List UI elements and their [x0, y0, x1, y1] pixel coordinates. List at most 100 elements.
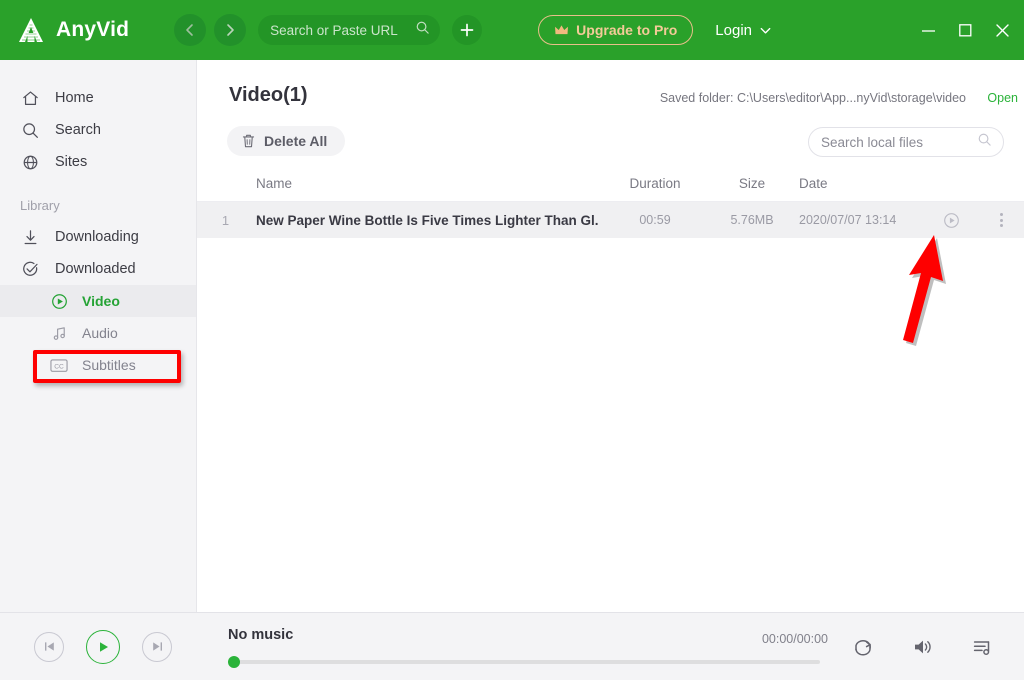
playlist-icon — [973, 641, 990, 656]
row-duration: 00:59 — [639, 213, 671, 227]
svg-text:CC: CC — [54, 363, 64, 370]
row-index: 1 — [221, 212, 230, 228]
sidebar-label-audio: Audio — [82, 325, 118, 341]
table-row[interactable]: 1 New Paper Wine Bottle Is Five Times Li… — [197, 202, 1024, 238]
progress-knob[interactable] — [228, 656, 240, 668]
login-label: Login — [715, 21, 752, 39]
sidebar-item-subtitles[interactable]: CC Subtitles — [0, 349, 196, 381]
plus-icon — [460, 23, 474, 37]
row-date: 2020/07/07 13:14 — [799, 213, 897, 227]
column-header-duration[interactable]: Duration — [599, 176, 711, 191]
search-icon — [20, 121, 40, 140]
sidebar-label-downloading: Downloading — [55, 229, 139, 245]
sidebar-item-downloaded[interactable]: Downloaded — [0, 253, 196, 285]
close-icon — [996, 23, 1009, 37]
app-name: AnyVid — [56, 18, 130, 41]
local-search-input[interactable] — [821, 134, 971, 150]
close-button[interactable] — [995, 23, 1010, 38]
forward-arrow-icon — [227, 24, 234, 36]
home-icon — [20, 89, 40, 108]
back-button[interactable] — [174, 14, 207, 46]
app-header: AnyVid Search or Paste URL Upgrade to Pr… — [0, 0, 1024, 60]
delete-all-label: Delete All — [264, 133, 328, 149]
trash-icon — [242, 134, 255, 148]
row-size: 5.76MB — [730, 213, 774, 227]
sidebar-label-search: Search — [55, 122, 101, 138]
playlist-button[interactable] — [972, 637, 994, 657]
open-folder-link[interactable]: Open — [987, 91, 1018, 105]
previous-button[interactable] — [34, 631, 64, 662]
search-icon — [977, 132, 992, 152]
forward-button[interactable] — [214, 14, 247, 46]
row-menu-button[interactable] — [979, 213, 1024, 227]
saved-folder-path: Saved folder: C:\Users\editor\App...nyVi… — [659, 91, 966, 105]
sidebar-label-home: Home — [55, 90, 94, 106]
track-title: No music — [228, 627, 294, 643]
check-circle-icon — [20, 260, 40, 279]
upgrade-to-pro-button[interactable]: Upgrade to Pro — [538, 15, 694, 45]
play-button[interactable] — [86, 629, 120, 664]
maximize-button[interactable] — [958, 23, 973, 38]
volume-icon — [915, 640, 931, 654]
skip-forward-icon — [152, 642, 162, 651]
globe-icon — [20, 153, 40, 172]
sidebar-section-library: Library — [20, 198, 60, 213]
sidebar-item-audio[interactable]: Audio — [0, 317, 196, 349]
back-arrow-icon — [186, 24, 193, 36]
play-circle-icon — [943, 212, 959, 228]
more-vertical-icon — [1000, 213, 1003, 227]
delete-all-button[interactable]: Delete All — [227, 126, 346, 156]
repeat-icon — [855, 640, 871, 656]
row-play-button[interactable] — [923, 212, 979, 229]
column-header-date[interactable]: Date — [793, 176, 923, 191]
minimize-button[interactable] — [921, 23, 936, 38]
row-name: New Paper Wine Bottle Is Five Times Ligh… — [256, 212, 599, 228]
search-input[interactable] — [270, 22, 411, 38]
url-search-bar[interactable] — [258, 15, 441, 45]
skip-back-icon — [44, 642, 54, 651]
music-note-icon — [50, 325, 68, 342]
volume-button[interactable] — [912, 637, 934, 657]
repeat-button[interactable] — [852, 637, 874, 657]
app-logo: AnyVid — [16, 15, 129, 45]
progress-slider[interactable] — [228, 656, 820, 668]
player-controls — [34, 629, 172, 664]
player-right-controls — [852, 613, 994, 680]
sidebar-label-downloaded: Downloaded — [55, 261, 136, 277]
play-circle-icon — [50, 293, 68, 310]
table-header-row: Name Duration Size Date — [197, 166, 1024, 202]
track-area: No music 00:00/00:00 — [228, 627, 828, 668]
sidebar: Home Search Sites Library Downloading Do… — [0, 60, 197, 612]
sidebar-label-sites: Sites — [55, 154, 88, 170]
minimize-icon — [922, 29, 935, 32]
add-button[interactable] — [452, 15, 483, 45]
maximize-icon — [959, 23, 972, 36]
next-button[interactable] — [142, 631, 172, 662]
sidebar-label-subtitles: Subtitles — [82, 357, 136, 373]
anyvid-window: AnyVid Search or Paste URL Upgrade to Pr… — [0, 0, 1024, 680]
crown-icon — [555, 25, 569, 35]
nav-buttons — [174, 14, 247, 46]
anyvid-logo-icon — [16, 15, 46, 45]
window-controls — [921, 0, 1010, 60]
track-time: 00:00/00:00 — [761, 632, 828, 646]
play-icon — [100, 641, 108, 652]
chevron-down-icon — [760, 27, 771, 34]
sidebar-item-video[interactable]: Video — [0, 285, 196, 317]
column-header-name[interactable]: Name — [254, 176, 599, 191]
sidebar-item-search[interactable]: Search — [0, 114, 196, 146]
search-icon — [415, 20, 430, 40]
login-menu[interactable]: Login — [715, 22, 772, 39]
sidebar-label-video: Video — [82, 293, 120, 309]
content-area: Video(1) Saved folder: C:\Users\editor\A… — [197, 60, 1024, 612]
upgrade-label: Upgrade to Pro — [576, 22, 678, 38]
cc-icon: CC — [50, 358, 68, 373]
column-header-size[interactable]: Size — [711, 176, 793, 191]
player-bar: No music 00:00/00:00 — [0, 612, 1024, 680]
downloads-table: Name Duration Size Date 1 New Paper Wine… — [197, 166, 1024, 238]
page-title: Video(1) — [229, 84, 308, 106]
sidebar-item-downloading[interactable]: Downloading — [0, 221, 196, 253]
sidebar-item-home[interactable]: Home — [0, 82, 196, 114]
local-search-box[interactable] — [808, 127, 1004, 157]
sidebar-item-sites[interactable]: Sites — [0, 146, 196, 178]
